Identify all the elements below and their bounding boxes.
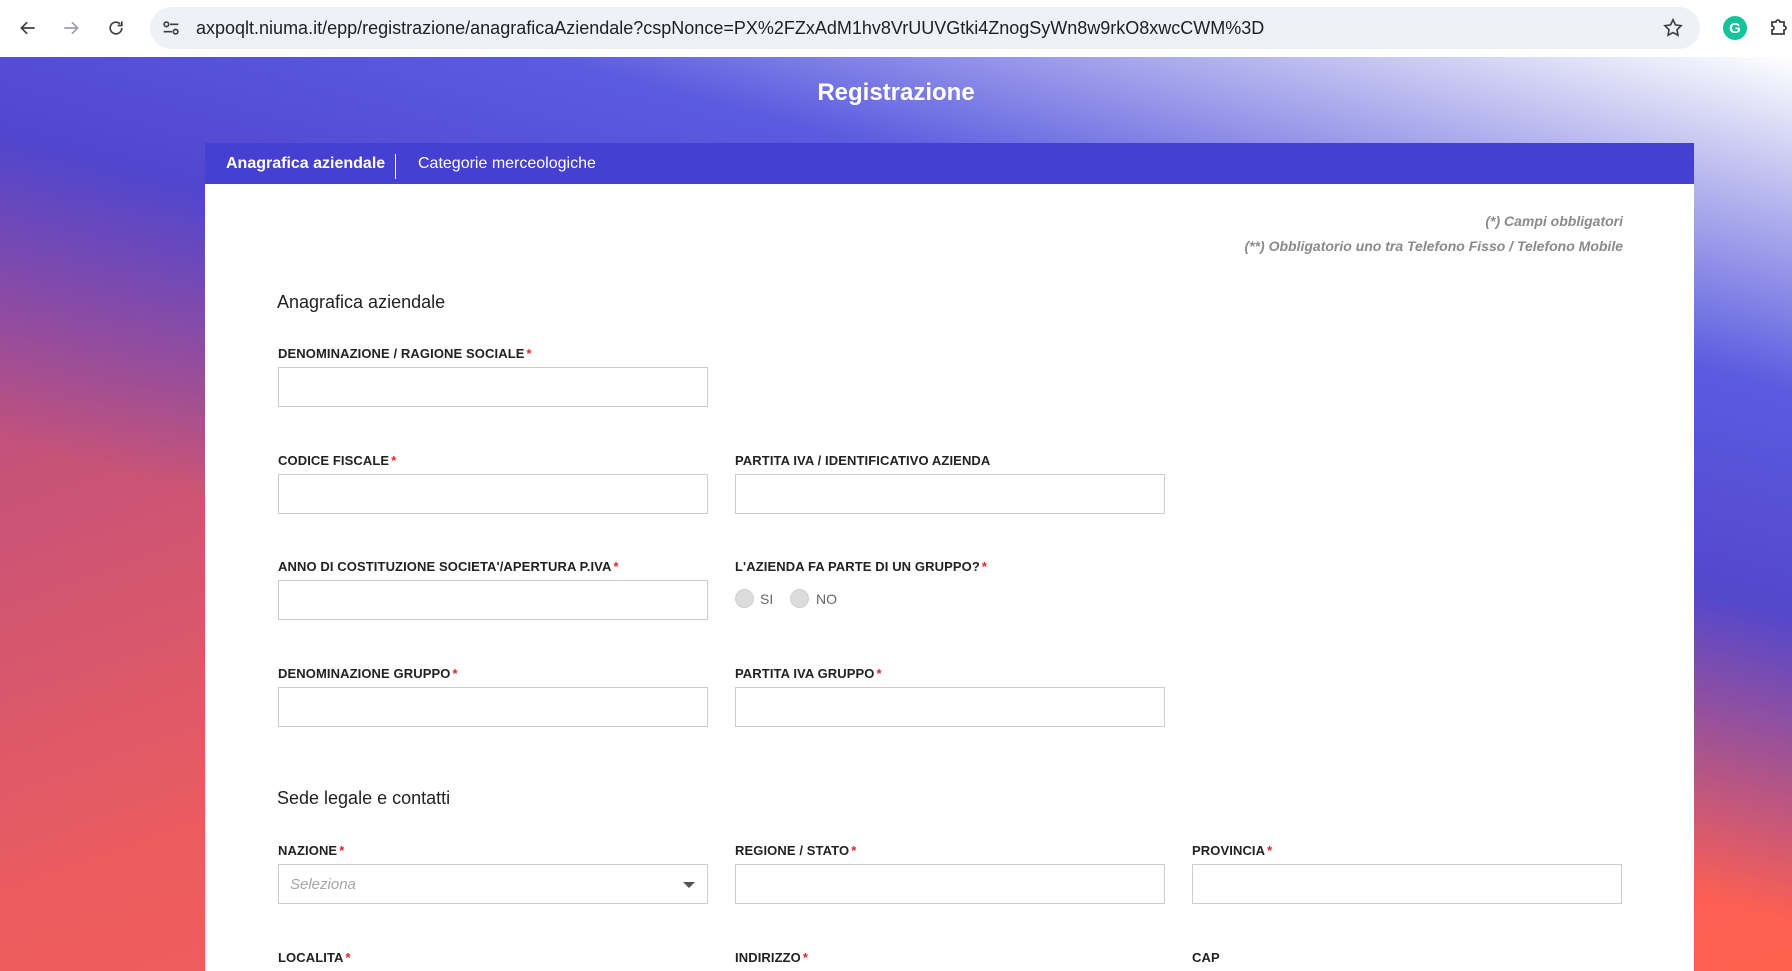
forward-arrow-icon[interactable]	[53, 10, 89, 46]
extensions-puzzle-icon[interactable]	[1767, 15, 1791, 39]
gruppo-no-radio[interactable]	[790, 589, 809, 608]
gruppo-question-label: L'AZIENDA FA PARTE DI UN GRUPPO? *	[735, 559, 988, 574]
grammarly-icon[interactable]: G	[1723, 16, 1747, 40]
indirizzo-label: INDIRIZZO *	[735, 950, 809, 965]
address-bar[interactable]: axpoqlt.niuma.it/epp/registrazione/anagr…	[150, 7, 1700, 49]
chevron-down-icon	[683, 882, 695, 888]
regione-input[interactable]	[735, 864, 1165, 904]
partita-iva-gruppo-label: PARTITA IVA GRUPPO *	[735, 666, 882, 681]
site-info-icon[interactable]	[160, 17, 182, 39]
provincia-input[interactable]	[1192, 864, 1622, 904]
gruppo-si-label[interactable]: SI	[760, 591, 773, 607]
denominazione-label: DENOMINAZIONE / RAGIONE SOCIALE *	[278, 346, 532, 361]
gruppo-no-label[interactable]: NO	[816, 591, 837, 607]
registration-card: Anagrafica aziendale Categorie merceolog…	[205, 143, 1694, 971]
browser-toolbar: axpoqlt.niuma.it/epp/registrazione/anagr…	[0, 0, 1792, 57]
url-text[interactable]: axpoqlt.niuma.it/epp/registrazione/anagr…	[196, 18, 1264, 39]
section-title-sede: Sede legale e contatti	[277, 788, 451, 808]
regione-label: REGIONE / STATO *	[735, 843, 857, 858]
tab-categorie-merceologiche[interactable]: Categorie merceologiche	[418, 143, 596, 184]
page-background: Registrazione Anagrafica aziendale Categ…	[0, 57, 1792, 971]
tab-anagrafica-aziendale[interactable]: Anagrafica aziendale	[226, 143, 385, 184]
reload-icon[interactable]	[98, 10, 134, 46]
cap-label: CAP	[1192, 950, 1220, 965]
nazione-placeholder: Seleziona	[290, 876, 356, 893]
partita-iva-gruppo-input[interactable]	[735, 687, 1165, 727]
anno-costituzione-label: ANNO DI COSTITUZIONE SOCIETA'/APERTURA P…	[278, 559, 619, 574]
provincia-label: PROVINCIA *	[1192, 843, 1273, 858]
anno-costituzione-input[interactable]	[278, 580, 708, 620]
nazione-select[interactable]: Seleziona	[278, 864, 708, 904]
denominazione-input[interactable]	[278, 367, 708, 407]
gruppo-si-radio[interactable]	[735, 589, 754, 608]
denominazione-gruppo-label: DENOMINAZIONE GRUPPO *	[278, 666, 458, 681]
required-fields-note: (*) Campi obbligatori	[1485, 213, 1623, 229]
partita-iva-input[interactable]	[735, 474, 1165, 514]
page-title: Registrazione	[817, 79, 975, 106]
back-arrow-icon[interactable]	[10, 10, 46, 46]
bookmark-star-icon[interactable]	[1662, 17, 1684, 39]
phone-required-note: (**) Obbligatorio uno tra Telefono Fisso…	[1244, 238, 1623, 254]
denominazione-gruppo-input[interactable]	[278, 687, 708, 727]
partita-iva-label: PARTITA IVA / IDENTIFICATIVO AZIENDA	[735, 453, 991, 468]
tab-divider	[395, 154, 396, 179]
tab-bar: Anagrafica aziendale Categorie merceolog…	[205, 143, 1694, 184]
section-title-anagrafica: Anagrafica aziendale	[277, 292, 446, 312]
codice-fiscale-label: CODICE FISCALE *	[278, 453, 397, 468]
localita-label: LOCALITA *	[278, 950, 351, 965]
nazione-label: NAZIONE *	[278, 843, 345, 858]
codice-fiscale-input[interactable]	[278, 474, 708, 514]
